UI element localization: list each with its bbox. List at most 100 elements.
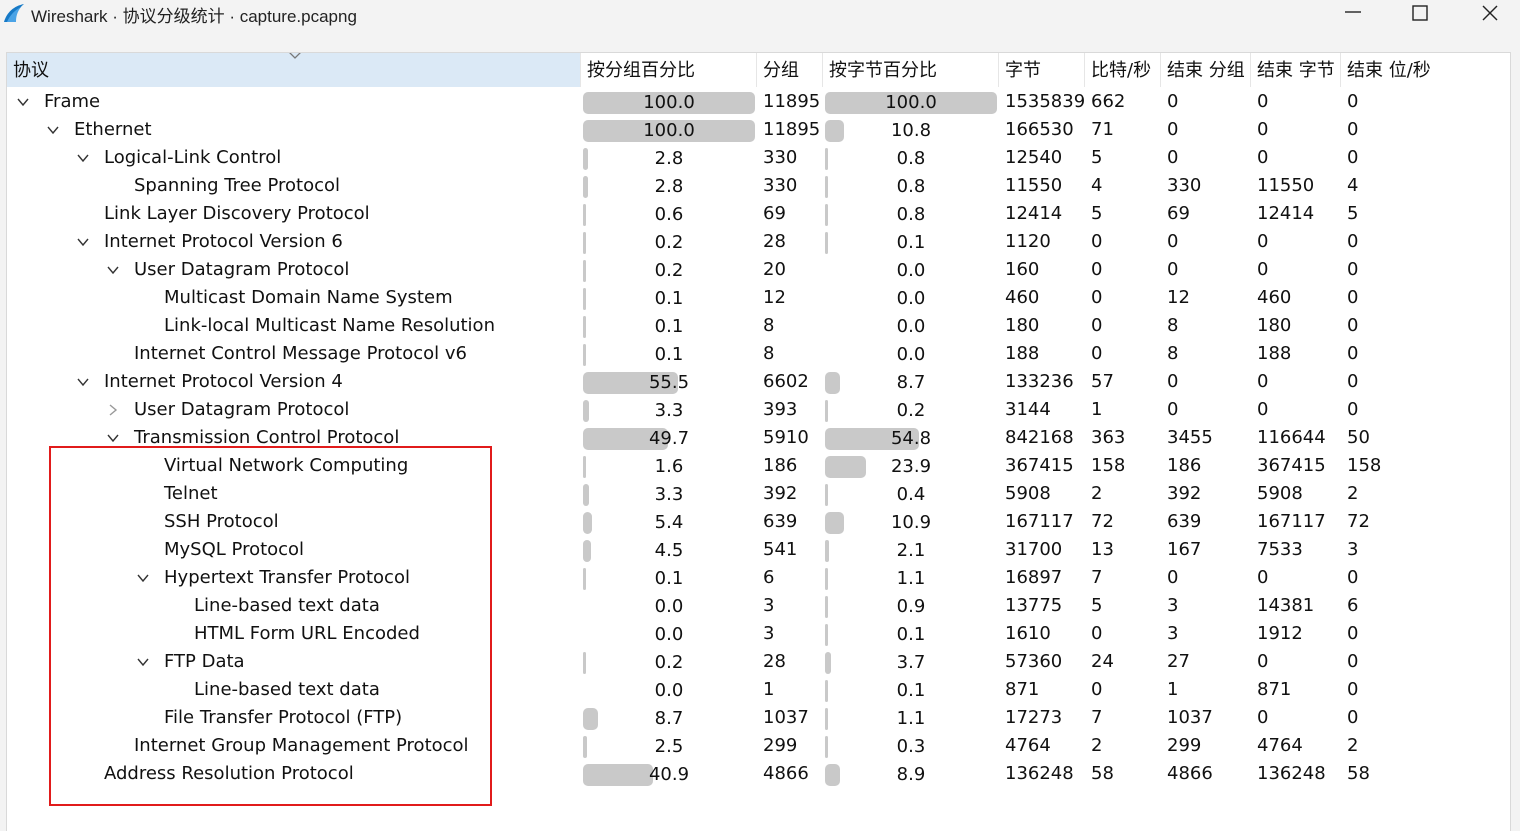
protocol-name: Logical-Link Control <box>104 147 282 168</box>
packets-value: 28 <box>763 231 786 252</box>
packets-percent-cell: 4.5 <box>583 536 755 564</box>
tree-row[interactable]: Address Resolution Protocol 40.9 8.9 4866 13… <box>7 760 1510 788</box>
end-bps-value: 0 <box>1347 315 1359 336</box>
packets-value: 69 <box>763 203 786 224</box>
end-pkts-value: 167 <box>1167 539 1202 560</box>
end-bps-value: 0 <box>1347 651 1359 672</box>
tree-row[interactable]: MySQL Protocol 4.5 2.1 541 31700 13 167 7533 3 <box>7 536 1510 564</box>
bytes-percent-cell: 0.1 <box>825 620 997 648</box>
tree-row[interactable]: User Datagram Protocol 0.2 0.0 20 160 0 0 0 0 <box>7 256 1510 284</box>
bps-value: 0 <box>1091 231 1103 252</box>
end-bps-value: 0 <box>1347 371 1359 392</box>
bytes-percent-cell: 0.4 <box>825 480 997 508</box>
bytes-percent-cell: 100.0 <box>825 88 997 116</box>
header-bits-per-second[interactable]: 比特/秒 <box>1085 53 1161 87</box>
tree-row[interactable]: Line-based text data 0.0 0.1 1 871 0 1 871 0 <box>7 676 1510 704</box>
end-bps-value: 0 <box>1347 259 1359 280</box>
tree-row[interactable]: Line-based text data 0.0 0.9 3 13775 5 3 14381 6 <box>7 592 1510 620</box>
tree-row[interactable]: Transmission Control Protocol 49.7 54.8 591… <box>7 424 1510 452</box>
packets-percent-value: 40.9 <box>648 764 690 785</box>
tree-row[interactable]: HTML Form URL Encoded 0.0 0.1 3 1610 0 3 1912 0 <box>7 620 1510 648</box>
tree-row[interactable]: Ethernet 100.0 10.8 11895 166530 71 0 0 0 <box>7 116 1510 144</box>
tree-row[interactable]: Telnet 3.3 0.4 392 5908 2 392 5908 2 <box>7 480 1510 508</box>
bps-value: 13 <box>1091 539 1114 560</box>
bytes-percent-cell: 3.7 <box>825 648 997 676</box>
protocol-name: Telnet <box>164 483 218 504</box>
bytes-value: 842168 <box>1005 427 1074 448</box>
bps-value: 2 <box>1091 735 1103 756</box>
header-bytes[interactable]: 字节 <box>999 53 1085 87</box>
tree-row[interactable]: Multicast Domain Name System 0.1 0.0 12 460 0… <box>7 284 1510 312</box>
bytes-percent-value: 0.0 <box>896 316 926 337</box>
end-bps-value: 0 <box>1347 679 1359 700</box>
end-pkts-value: 27 <box>1167 651 1190 672</box>
chevron-down-icon[interactable] <box>17 97 29 107</box>
header-protocol-label: 协议 <box>13 60 49 81</box>
packets-percent-value: 0.6 <box>654 204 684 225</box>
end-bytes-value: 367415 <box>1257 455 1326 476</box>
bps-value: 58 <box>1091 763 1114 784</box>
chevron-down-icon[interactable] <box>107 265 119 275</box>
tree-row[interactable]: Internet Control Message Protocol v6 0.1 0… <box>7 340 1510 368</box>
minimize-button[interactable] <box>1330 0 1376 26</box>
chevron-down-icon[interactable] <box>77 237 89 247</box>
tree-row[interactable]: Internet Group Management Protocol 2.5 0.3… <box>7 732 1510 760</box>
header-end-bits-per-second[interactable]: 结束 位/秒 <box>1341 53 1510 87</box>
bytes-percent-cell: 0.0 <box>825 284 997 312</box>
header-end-packets[interactable]: 结束 分组 <box>1161 53 1251 87</box>
tree-row[interactable]: FTP Data 0.2 3.7 28 57360 24 27 0 0 <box>7 648 1510 676</box>
tree-row[interactable]: Spanning Tree Protocol 2.8 0.8 330 11550 4 330… <box>7 172 1510 200</box>
bytes-percent-value: 0.0 <box>896 260 926 281</box>
bps-value: 5 <box>1091 147 1103 168</box>
tree-row[interactable]: Hypertext Transfer Protocol 0.1 1.1 6 16897 7… <box>7 564 1510 592</box>
protocol-name: Frame <box>44 91 101 112</box>
tree-row[interactable]: Frame 100.0 100.0 11895 1535839 662 0 0 0 <box>7 88 1510 116</box>
end-pkts-value: 1 <box>1167 679 1179 700</box>
tree-row[interactable]: Virtual Network Computing 1.6 23.9 186 36741… <box>7 452 1510 480</box>
header-end-bytes[interactable]: 结束 字节 <box>1251 53 1341 87</box>
protocol-name: Transmission Control Protocol <box>134 427 400 448</box>
bps-value: 0 <box>1091 259 1103 280</box>
end-bps-value: 0 <box>1347 623 1359 644</box>
packets-percent-value: 3.3 <box>654 400 684 421</box>
end-bps-value: 0 <box>1347 567 1359 588</box>
protocol-name: Line-based text data <box>194 679 380 700</box>
bps-value: 0 <box>1091 343 1103 364</box>
end-bps-value: 72 <box>1347 511 1370 532</box>
tree-row[interactable]: Link Layer Discovery Protocol 0.6 0.8 69 124… <box>7 200 1510 228</box>
bps-value: 662 <box>1091 91 1126 112</box>
chevron-down-icon[interactable] <box>47 125 59 135</box>
tree-row[interactable]: File Transfer Protocol (FTP) 8.7 1.1 1037 17… <box>7 704 1510 732</box>
header-packets[interactable]: 分组 <box>757 53 823 87</box>
end-bytes-value: 0 <box>1257 259 1269 280</box>
tree-row[interactable]: Internet Protocol Version 6 0.2 0.1 28 1120 0… <box>7 228 1510 256</box>
bytes-percent-cell: 0.1 <box>825 676 997 704</box>
maximize-button[interactable] <box>1397 0 1443 26</box>
header-percent-packets[interactable]: 按分组百分比 <box>581 53 757 87</box>
end-bps-value: 58 <box>1347 763 1370 784</box>
tree-row[interactable]: SSH Protocol 5.4 10.9 639 167117 72 639 167117 7… <box>7 508 1510 536</box>
bytes-value: 871 <box>1005 679 1040 700</box>
chevron-down-icon[interactable] <box>137 573 149 583</box>
tree-row[interactable]: Logical-Link Control 2.8 0.8 330 12540 5 0 0 0 <box>7 144 1510 172</box>
wireshark-fin-icon <box>4 4 24 22</box>
chevron-down-icon[interactable] <box>137 657 149 667</box>
packets-percent-cell: 2.8 <box>583 144 755 172</box>
chevron-down-icon[interactable] <box>77 377 89 387</box>
end-bps-value: 2 <box>1347 483 1359 504</box>
title-bar: Wireshark · 协议分级统计 · capture.pcapng <box>0 0 1520 28</box>
header-percent-bytes[interactable]: 按字节百分比 <box>823 53 999 87</box>
tree-row[interactable]: User Datagram Protocol 3.3 0.2 393 3144 1 0 0 0 <box>7 396 1510 424</box>
chevron-down-icon[interactable] <box>107 433 119 443</box>
chevron-down-icon[interactable] <box>77 153 89 163</box>
header-protocol[interactable]: 协议 <box>7 53 581 87</box>
protocol-hierarchy-tree[interactable]: 协议 按分组百分比 分组 按字节百分比 字节 比特/秒 结束 分组 结束 字节 … <box>6 52 1511 831</box>
chevron-right-icon[interactable] <box>107 404 119 416</box>
packets-value: 6602 <box>763 371 809 392</box>
end-bytes-value: 116644 <box>1257 427 1326 448</box>
tree-row[interactable]: Link-local Multicast Name Resolution 0.1 0… <box>7 312 1510 340</box>
packets-percent-cell: 0.1 <box>583 564 755 592</box>
close-button[interactable] <box>1467 0 1513 26</box>
packets-value: 28 <box>763 651 786 672</box>
tree-row[interactable]: Internet Protocol Version 4 55.5 8.7 6602 13… <box>7 368 1510 396</box>
